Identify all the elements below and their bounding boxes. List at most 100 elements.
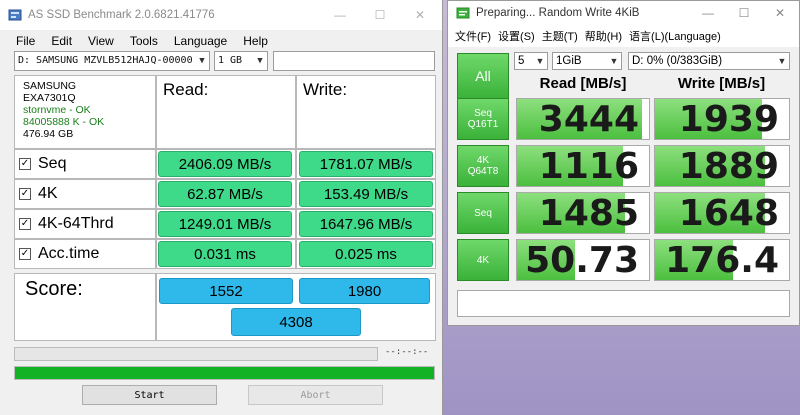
cdm-app-icon: [456, 7, 470, 19]
row-label: 4K-64Thrd: [38, 215, 114, 232]
seq-read-result: 1485: [516, 192, 650, 234]
seq-write-result: 1648: [654, 192, 790, 234]
abort-button[interactable]: Abort: [248, 385, 383, 405]
menu-file[interactable]: File: [16, 34, 35, 48]
start-button[interactable]: Start: [82, 385, 217, 405]
row-label: Acc.time: [38, 245, 100, 262]
test-label-line2: Q16T1: [467, 119, 499, 130]
chevron-down-icon: ▼: [777, 56, 787, 66]
write-header: Write [MB/s]: [677, 75, 766, 92]
seq-write-value: 1781.07 MB/s: [299, 151, 433, 177]
close-button[interactable]: ✕: [400, 0, 440, 30]
driver-status: stornvme - OK: [23, 104, 91, 116]
chevron-down-icon: ▼: [199, 56, 205, 66]
chevron-down-icon: ▼: [609, 56, 619, 66]
minimize-icon: —: [702, 6, 714, 20]
row-4k-label[interactable]: ✓ 4K: [14, 179, 156, 209]
cdm-menubar: 文件(F) 设置(S) 主题(T) 帮助(H) 语言(L)(Language): [448, 27, 799, 45]
size-select[interactable]: 1GiB ▼: [552, 52, 622, 70]
test-4k-q64t8-button[interactable]: 4K Q64T8: [457, 145, 509, 187]
4k64-read-value: 1249.01 MB/s: [158, 211, 292, 237]
drive-select-value: D: SAMSUNG MZVLB512HAJQ-00000: [18, 55, 193, 66]
4k-write-result: 176.4: [654, 239, 790, 281]
4k-read-value: 62.87 MB/s: [158, 181, 292, 207]
drive-select[interactable]: D: SAMSUNG MZVLB512HAJQ-00000 ▼: [14, 51, 210, 71]
drive-model: EXA7301Q: [23, 92, 76, 104]
cdm-body: All 5 ▼ 1GiB ▼ D: 0% (0/383GiB) ▼ Read […: [448, 47, 799, 325]
close-icon: ✕: [414, 8, 426, 22]
result-value: 50.73: [525, 239, 639, 281]
maximize-button[interactable]: ☐: [360, 0, 400, 30]
size-select-value: 1 GB: [218, 55, 243, 66]
drive-select[interactable]: D: 0% (0/383GiB) ▼: [628, 52, 790, 70]
menu-help[interactable]: 帮助(H): [585, 28, 622, 44]
row-label: Seq: [38, 155, 67, 172]
as-ssd-toolrow: D: SAMSUNG MZVLB512HAJQ-00000 ▼ 1 GB ▼: [14, 51, 435, 71]
test-seq-button[interactable]: Seq: [457, 192, 509, 234]
seq-q16t1-write-result: 1939: [654, 98, 790, 140]
maximize-button[interactable]: ☐: [726, 1, 762, 25]
count-select[interactable]: 5 ▼: [514, 52, 548, 70]
4k-write-value: 153.49 MB/s: [299, 181, 433, 207]
row-acctime-label[interactable]: ✓ Acc.time: [14, 239, 156, 269]
checkbox-checked-icon[interactable]: ✓: [19, 158, 31, 170]
menu-theme[interactable]: 主题(T): [542, 28, 578, 44]
menu-edit[interactable]: Edit: [51, 34, 72, 48]
test-label-line1: 4K: [476, 254, 490, 266]
read-header: Read [MB/s]: [539, 75, 627, 92]
acctime-read-value: 0.031 ms: [158, 241, 292, 267]
comment-input[interactable]: [273, 51, 435, 71]
maximize-icon: ☐: [738, 6, 750, 20]
result-value: 1648: [678, 192, 779, 234]
checkbox-checked-icon[interactable]: ✓: [19, 188, 31, 200]
test-label-line2: Q64T8: [467, 166, 499, 177]
row-label: 4K: [38, 185, 58, 202]
result-value: 1485: [538, 192, 639, 234]
test-seq-q16t1-button[interactable]: Seq Q16T1: [457, 98, 509, 140]
as-ssd-title: AS SSD Benchmark 2.0.6821.41776: [28, 9, 215, 21]
close-icon: ✕: [774, 6, 786, 20]
score-write: 1980: [299, 278, 430, 304]
overall-progress-bar: [14, 366, 435, 380]
checkbox-checked-icon[interactable]: ✓: [19, 218, 31, 230]
menu-language[interactable]: Language: [174, 34, 227, 48]
alignment-status: 84005888 K - OK: [23, 116, 105, 128]
count-select-value: 5: [518, 55, 525, 67]
as-ssd-menubar: File Edit View Tools Language Help: [0, 32, 442, 50]
menu-tools[interactable]: Tools: [130, 34, 158, 48]
test-4k-button[interactable]: 4K: [457, 239, 509, 281]
menu-help[interactable]: Help: [243, 34, 268, 48]
read-header: Read:: [156, 75, 296, 149]
result-value: 176.4: [665, 239, 779, 281]
cdm-title: Preparing... Random Write 4KiB: [476, 7, 640, 19]
menu-view[interactable]: View: [88, 34, 114, 48]
test-label-line1: Seq: [474, 108, 492, 119]
minimize-button[interactable]: —: [690, 1, 726, 25]
as-ssd-titlebar: AS SSD Benchmark 2.0.6821.41776 — ☐ ✕: [0, 0, 442, 30]
row-seq-label[interactable]: ✓ Seq: [14, 149, 156, 179]
4k64-write-value: 1647.96 MB/s: [299, 211, 433, 237]
menu-settings[interactable]: 设置(S): [498, 28, 535, 44]
minimize-icon: —: [334, 8, 346, 22]
chevron-down-icon: ▼: [257, 56, 263, 66]
row-4k64-label[interactable]: ✓ 4K-64Thrd: [14, 209, 156, 239]
menu-language[interactable]: 语言(L)(Language): [629, 28, 721, 44]
run-all-button[interactable]: All: [457, 53, 509, 99]
seq-q16t1-read-result: 3444: [516, 98, 650, 140]
menu-file[interactable]: 文件(F): [455, 28, 491, 44]
test-progress-bar: [14, 347, 378, 361]
write-header: Write:: [296, 75, 436, 149]
crystaldiskmark-window: Preparing... Random Write 4KiB — ☐ ✕ 文件(…: [447, 0, 800, 326]
minimize-button[interactable]: —: [320, 0, 360, 30]
score-read: 1552: [159, 278, 293, 304]
chevron-down-icon: ▼: [535, 56, 545, 66]
cdm-comment-box[interactable]: [457, 290, 790, 317]
cdm-titlebar: Preparing... Random Write 4KiB — ☐ ✕: [448, 1, 799, 25]
checkbox-checked-icon[interactable]: ✓: [19, 248, 31, 260]
size-select[interactable]: 1 GB ▼: [214, 51, 268, 71]
overall-progress-fill: [15, 367, 434, 379]
result-value: 1939: [678, 98, 779, 140]
score-label: Score:: [14, 273, 156, 341]
close-button[interactable]: ✕: [762, 1, 798, 25]
size-select-value: 1GiB: [556, 55, 582, 67]
